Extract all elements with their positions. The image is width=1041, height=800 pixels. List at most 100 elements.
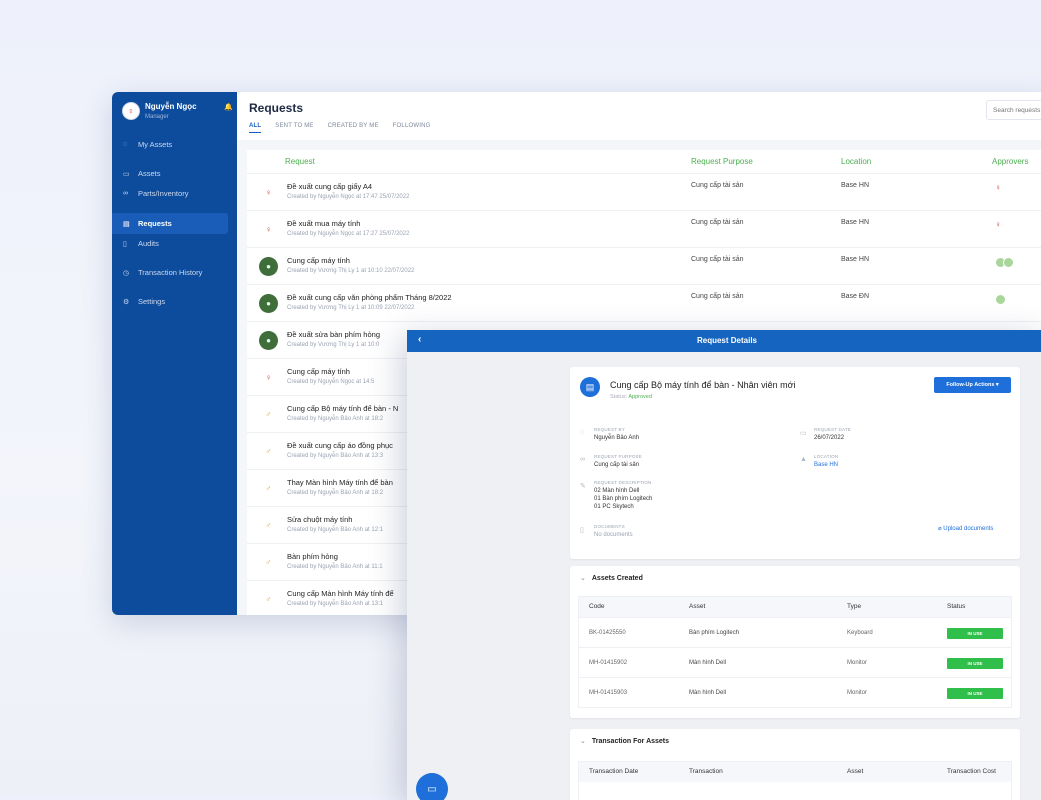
section-title[interactable]: ⌄ Assets Created: [580, 574, 643, 582]
col-asset: Asset: [689, 603, 706, 610]
asset-type: Monitor: [847, 690, 868, 696]
sidebar-item-audits[interactable]: ▯ Audits: [112, 233, 228, 254]
table-row[interactable]: ♀ Đề xuất cung cấp giấy A4 Created by Ng…: [247, 174, 1041, 211]
chevron-down-icon: ⌄: [580, 738, 586, 745]
avatar: ♂: [259, 442, 278, 461]
field-request-date: ▭ REQUEST DATE 26/07/2022: [800, 427, 980, 445]
sidebar-item-label: Transaction History: [138, 268, 203, 277]
tab-all[interactable]: ALL: [249, 123, 262, 133]
avatar: [995, 294, 1006, 305]
field-label: DOCUMENTS: [594, 524, 625, 529]
tab-created-by-me[interactable]: CREATED BY ME: [328, 123, 379, 133]
request-meta: Created by Vương Thị Ly 1 at 10:09 22/07…: [287, 305, 415, 311]
status-line: Status: Approved: [610, 394, 652, 400]
request-location: Base HN: [841, 256, 870, 263]
asset-code: MH-01415902: [589, 660, 628, 666]
table-row[interactable]: BK-01425550 Bàn phím Logitech Keyboard I…: [579, 617, 1011, 647]
sidebar-item-requests[interactable]: ▤ Requests: [112, 213, 228, 234]
status-badge: Approved: [628, 394, 652, 400]
chat-icon[interactable]: ▭: [416, 773, 448, 800]
avatar: ♂: [259, 553, 278, 572]
request-location: Base HN: [841, 219, 870, 226]
field-label: REQUEST PURPOSE: [594, 454, 642, 459]
avatar: ♀: [995, 183, 1001, 192]
avatar: [1003, 257, 1014, 268]
avatar: ♀: [122, 102, 140, 120]
request-meta: Created by Nguyễn Ngọc at 17:27 25/07/20…: [287, 231, 410, 237]
person-icon: ◌: [580, 429, 585, 436]
sidebar-item-label: Audits: [138, 239, 159, 248]
request-meta: Created by Nguyễn Bảo Anh at 18:2: [287, 490, 384, 496]
request-purpose: Cung cấp tài sản: [691, 293, 744, 300]
sidebar-item-settings[interactable]: ⚙ Settings: [112, 291, 228, 312]
request-meta: Created by Nguyễn Ngọc at 17:47 25/07/20…: [287, 194, 410, 200]
section-title[interactable]: ⌄ Transaction For Assets: [580, 737, 669, 745]
upload-label: Upload documents: [943, 526, 994, 532]
request-title: Cung cấp Màn hình Máy tính để: [287, 589, 394, 598]
chevron-down-icon: ⌄: [580, 575, 586, 582]
avatar: ●: [259, 331, 278, 350]
status-label: Status:: [610, 394, 628, 400]
history-icon: ◷: [123, 269, 130, 277]
request-meta: Created by Nguyễn Bảo Anh at 11:1: [287, 564, 383, 570]
asset-code: MH-01415903: [589, 690, 628, 696]
follow-up-actions-button[interactable]: Follow-Up Actions ▾: [934, 377, 1011, 393]
field-value[interactable]: Base HN: [814, 461, 838, 469]
transactions-section: ⌄ Transaction For Assets Transaction Date…: [570, 729, 1020, 800]
request-title: Thay Màn hình Máy tính để bàn: [287, 478, 393, 487]
upload-documents-link[interactable]: ⌀ Upload documents: [938, 525, 993, 532]
paperclip-icon: ⌀: [938, 526, 942, 532]
sidebar-item-my-assets[interactable]: ◌ My Assets: [112, 134, 228, 155]
request-title: Cung cấp máy tính: [287, 367, 350, 376]
avatar: ♂: [259, 479, 278, 498]
table-row[interactable]: ♀ Đề xuất mua máy tính Created by Nguyễn…: [247, 211, 1041, 248]
request-meta: Created by Vương Thị Ly 1 at 10:10 22/07…: [287, 268, 415, 274]
request-meta: Created by Nguyễn Bảo Anh at 18:2: [287, 416, 384, 422]
table-row[interactable]: MH-01415903 Màn hình Dell Monitor IN USE: [579, 677, 1011, 707]
tab-following[interactable]: FOLLOWING: [393, 123, 431, 133]
table-header: Transaction Date Transaction Asset Trans…: [579, 762, 1011, 782]
request-title: Đề xuất sửa bàn phím hỏng: [287, 330, 380, 339]
assets-table: Code Asset Type Status BK-01425550 Bàn p…: [578, 596, 1012, 708]
request-title: Sửa chuột máy tính: [287, 515, 353, 524]
sidebar-item-label: Assets: [138, 169, 161, 178]
table-row[interactable]: MH-01415902 Màn hình Dell Monitor IN USE: [579, 647, 1011, 677]
section-title-label: Transaction For Assets: [591, 738, 670, 745]
assets-created-section: ⌄ Assets Created Code Asset Type Status B…: [570, 566, 1020, 718]
clipboard-icon: ▯: [123, 240, 127, 248]
asset-name: Bàn phím Logitech: [689, 630, 740, 636]
table-row[interactable]: ● Đề xuất cung cấp văn phòng phẩm Tháng …: [247, 285, 1041, 322]
col-request[interactable]: Request: [285, 157, 315, 166]
sidebar-item-assets[interactable]: ▭ Assets: [112, 163, 228, 184]
field-value: No documents: [594, 532, 633, 538]
search-input[interactable]: [986, 100, 1041, 120]
col-purpose[interactable]: Request Purpose: [691, 157, 753, 166]
description-line: 01 PC Skytech: [594, 504, 634, 510]
user-profile[interactable]: ♀ Nguyễn Ngọc Manager 🔔: [122, 102, 233, 124]
location-icon: ▲: [800, 456, 807, 463]
page-header: Requests ALL SENT TO ME CREATED BY ME FO…: [237, 92, 1041, 140]
tab-sent-to-me[interactable]: SENT TO ME: [275, 123, 313, 133]
bell-icon[interactable]: 🔔: [224, 103, 233, 111]
col-approvers[interactable]: Approvers: [992, 157, 1028, 166]
sidebar-item-parts-inventory[interactable]: ∞ Parts/Inventory: [112, 183, 228, 204]
avatar: ●: [259, 294, 278, 313]
approvers: [995, 257, 1014, 268]
sidebar-item-transaction-history[interactable]: ◷ Transaction History: [112, 262, 228, 283]
col-location[interactable]: Location: [841, 157, 871, 166]
request-title: Cung cấp Bộ máy tính để bàn - Nhân viên …: [610, 380, 796, 390]
avatar: ♀: [259, 183, 278, 202]
request-meta: Created by Nguyễn Ngọc at 14:5: [287, 379, 375, 385]
field-location: ▲ LOCATION Base HN: [800, 454, 980, 472]
transactions-table: Transaction Date Transaction Asset Trans…: [578, 761, 1012, 800]
request-meta: Created by Nguyễn Bảo Anh at 12:1: [287, 527, 384, 533]
user-name: Nguyễn Ngọc: [145, 102, 197, 111]
request-title: Bàn phím hỏng: [287, 552, 338, 561]
col-transaction-date: Transaction Date: [589, 768, 639, 775]
sidebar-item-label: Settings: [138, 297, 166, 306]
field-label: REQUEST DATE: [814, 427, 851, 432]
table-row[interactable]: ● Cung cấp máy tính Created by Vương Thị…: [247, 248, 1041, 285]
approvers: ♀: [995, 220, 1001, 229]
request-title: Đề xuất cung cấp giấy A4: [287, 182, 373, 191]
request-title: Cung cấp Bộ máy tính để bàn - N: [287, 404, 399, 413]
